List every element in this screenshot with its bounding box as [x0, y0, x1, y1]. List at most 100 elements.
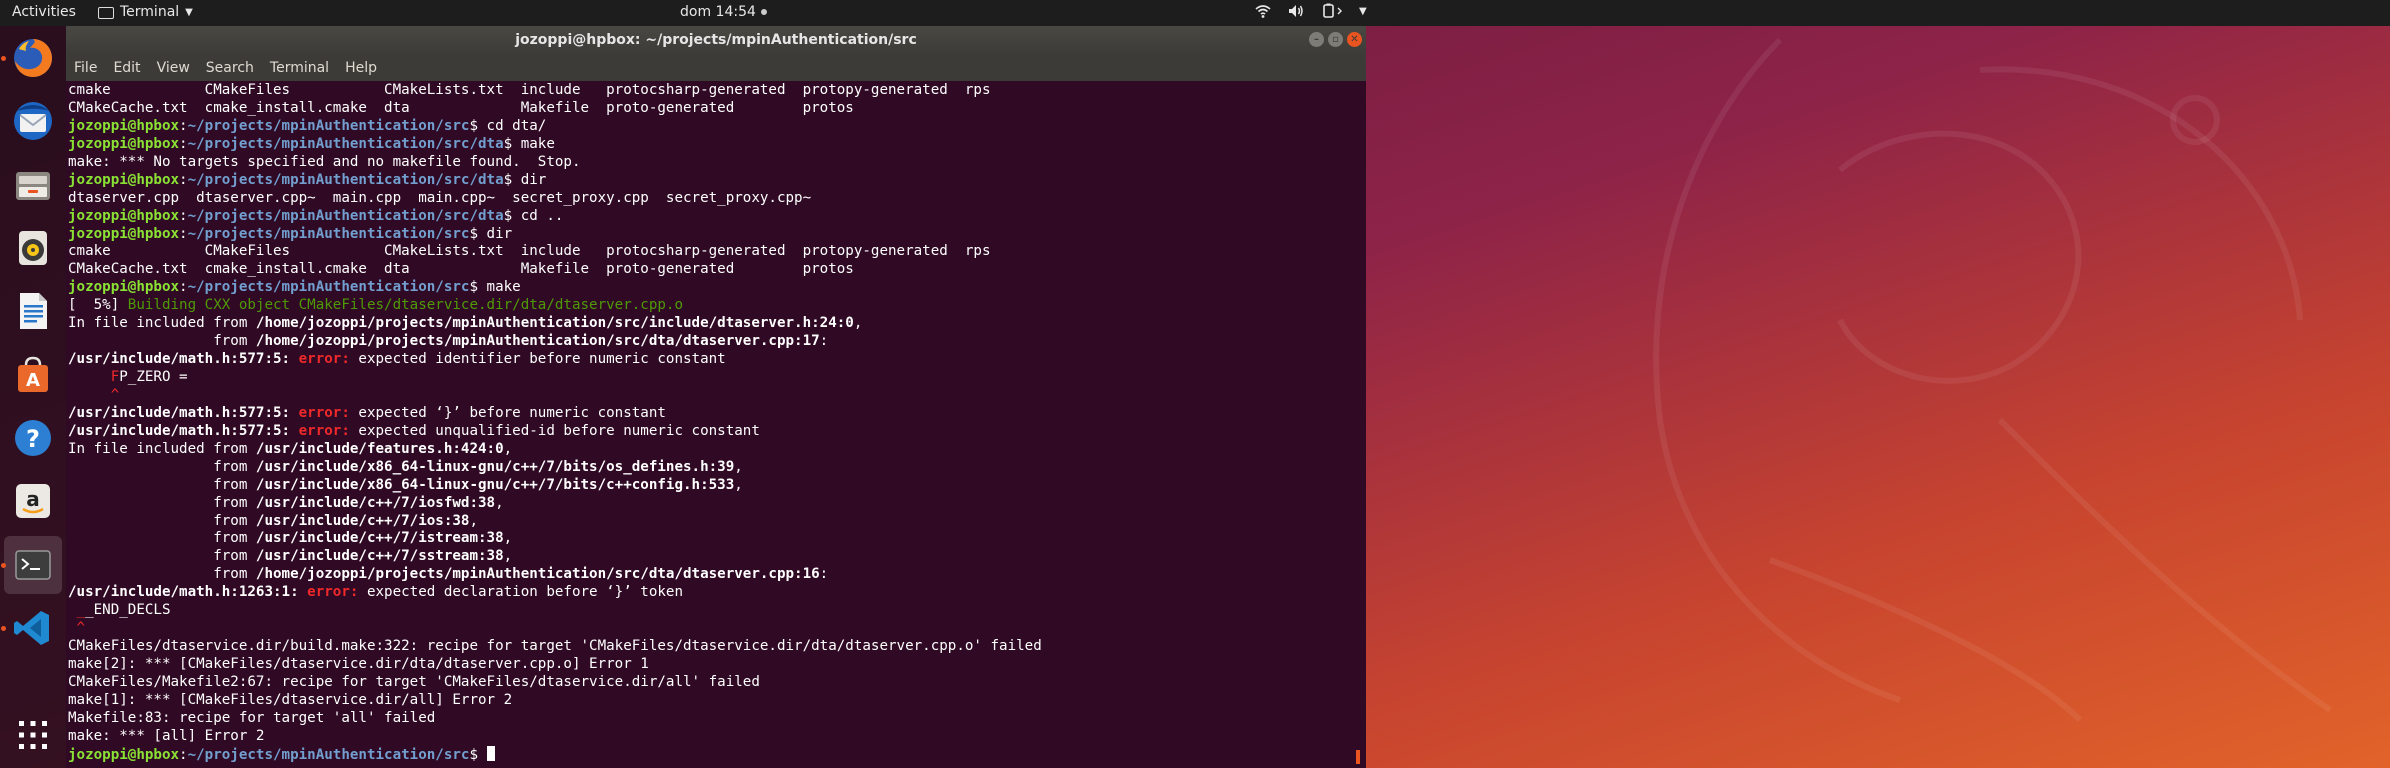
- show-applications-button[interactable]: [4, 706, 62, 764]
- terminal-text-segment: In file included from: [68, 440, 256, 457]
- menu-help[interactable]: Help: [337, 60, 385, 76]
- dock-item-software[interactable]: A: [4, 346, 62, 404]
- terminal-line: ^: [68, 620, 1042, 638]
- close-icon: ✕: [1350, 33, 1359, 45]
- app-menu-button[interactable]: Terminal ▼: [98, 4, 193, 20]
- terminal-text-segment: $: [469, 746, 487, 763]
- terminal-line: /usr/include/math.h:1263:1: error: expec…: [68, 584, 1042, 602]
- terminal-text-segment: /usr/include/x86_64-linux-gnu/c++/7/bits…: [255, 458, 735, 475]
- terminal-text-segment: CMakeCache.txt cmake_install.cmake dta M…: [68, 99, 854, 116]
- terminal-text-segment: CMakeFiles/Makefile2:67: recipe for targ…: [68, 673, 760, 690]
- dock-item-firefox[interactable]: [4, 29, 62, 87]
- terminal-text-segment: Makefile:83: recipe for target 'all' fai…: [68, 709, 436, 726]
- software-icon: A: [18, 356, 48, 392]
- amazon-icon: a: [16, 484, 50, 518]
- terminal-line: [ 5%] Building CXX object CMakeFiles/dta…: [68, 297, 1042, 315]
- maximize-button[interactable]: ▫: [1328, 32, 1343, 47]
- menu-view[interactable]: View: [149, 60, 198, 76]
- running-indicator: [1, 56, 6, 61]
- dock-item-writer[interactable]: [4, 282, 62, 340]
- terminal-line: CMakeCache.txt cmake_install.cmake dta M…: [68, 100, 1042, 118]
- terminal-line: jozoppi@hpbox:~/projects/mpinAuthenticat…: [68, 136, 1042, 154]
- terminal-text-segment: $ cd dta/: [469, 117, 547, 134]
- terminal-output[interactable]: cmake CMakeFiles CMakeLists.txt include …: [68, 82, 1364, 768]
- minimize-button[interactable]: –: [1309, 32, 1324, 47]
- terminal-text-segment: /home/jozoppi/projects/mpinAuthenticatio…: [255, 315, 854, 332]
- maximize-icon: ▫: [1332, 33, 1339, 45]
- terminal-text-segment: /home/jozoppi/projects/mpinAuthenticatio…: [255, 333, 820, 350]
- terminal-text-segment: from: [68, 566, 256, 583]
- terminal-lines: cmake CMakeFiles CMakeLists.txt include …: [68, 82, 1042, 764]
- terminal-line: jozoppi@hpbox:~/projects/mpinAuthenticat…: [68, 279, 1042, 297]
- dock-item-terminal[interactable]: [4, 536, 62, 594]
- window-title: jozoppi@hpbox: ~/projects/mpinAuthentica…: [515, 32, 917, 48]
- terminal-text-segment: error:: [298, 351, 350, 368]
- rhythmbox-icon: [19, 231, 47, 265]
- terminal-text-segment: _: [76, 602, 86, 619]
- terminal-text-segment: :: [179, 171, 188, 188]
- terminal-text-segment: /usr/include/c++/7/istream:38: [255, 530, 504, 547]
- dock-item-help[interactable]: ?: [4, 409, 62, 467]
- menu-edit[interactable]: Edit: [105, 60, 148, 76]
- terminal-text-segment: ^: [76, 620, 86, 637]
- terminal-text-segment: /usr/include/math.h:577:5:: [68, 351, 291, 368]
- dock-item-rhythmbox[interactable]: [4, 219, 62, 277]
- terminal-text-segment: ,: [853, 315, 863, 332]
- menu-search[interactable]: Search: [198, 60, 262, 76]
- clock-button[interactable]: dom 14:54: [680, 4, 767, 20]
- terminal-line: from /home/jozoppi/projects/mpinAuthenti…: [68, 333, 1042, 351]
- terminal-text-segment: /usr/include/math.h:1263:1:: [68, 584, 299, 601]
- menu-terminal[interactable]: Terminal: [262, 60, 337, 76]
- dock-item-files[interactable]: [4, 156, 62, 214]
- terminal-line: from /home/jozoppi/projects/mpinAuthenti…: [68, 566, 1042, 584]
- chevron-down-icon: ▼: [185, 6, 193, 18]
- terminal-text-segment: $ make: [503, 135, 555, 152]
- top-bar: Activities Terminal ▼ dom 14:54 ▼: [0, 0, 2390, 26]
- terminal-text-segment: ~/projects/mpinAuthentication/src/dta: [187, 171, 504, 188]
- running-indicator: [1, 626, 6, 631]
- terminal-text-segment: ~/projects/mpinAuthentication/src: [187, 746, 470, 763]
- app-menu-label: Terminal: [120, 4, 180, 20]
- dock-item-vscode[interactable]: [4, 599, 62, 657]
- apps-grid-icon: [19, 721, 47, 749]
- menu-file[interactable]: File: [66, 60, 105, 76]
- window-titlebar[interactable]: jozoppi@hpbox: ~/projects/mpinAuthentica…: [66, 26, 1366, 55]
- scrollbar-indicator[interactable]: [1356, 750, 1360, 764]
- terminal-text-segment: :: [179, 207, 188, 224]
- terminal-text-segment: :: [179, 117, 188, 134]
- activities-button[interactable]: Activities: [12, 4, 76, 20]
- terminal-line: from /usr/include/x86_64-linux-gnu/c++/7…: [68, 459, 1042, 477]
- dock-item-thunderbird[interactable]: [4, 92, 62, 150]
- terminal-text-segment: error:: [298, 404, 350, 421]
- terminal-line: cmake CMakeFiles CMakeLists.txt include …: [68, 82, 1042, 100]
- svg-text:a: a: [26, 487, 40, 511]
- terminal-text-segment: ,: [495, 494, 504, 511]
- power-icon: [1323, 3, 1342, 18]
- system-status-menu[interactable]: ▼: [1255, 3, 1367, 19]
- terminal-line: from /usr/include/c++/7/iosfwd:38,: [68, 495, 1042, 513]
- terminal-line: __END_DECLS: [68, 602, 1042, 620]
- terminal-text-segment: jozoppi@hpbox: [68, 279, 180, 296]
- terminal-line: from /usr/include/c++/7/ios:38,: [68, 513, 1042, 531]
- terminal-text-segment: make[1]: *** [CMakeFiles/dtaservice.dir/…: [68, 691, 513, 708]
- terminal-text-segment: jozoppi@hpbox: [68, 171, 180, 188]
- terminal-text-segment: /usr/include/c++/7/sstream:38: [255, 548, 504, 565]
- terminal-line: In file included from /home/jozoppi/proj…: [68, 315, 1042, 333]
- svg-text:?: ?: [26, 425, 40, 453]
- terminal-text-segment: jozoppi@hpbox: [68, 207, 180, 224]
- desktop: Activities Terminal ▼ dom 14:54 ▼ A ? a …: [0, 0, 2390, 768]
- terminal-text-segment: ~/projects/mpinAuthentication/src: [187, 225, 470, 242]
- terminal-text-segment: ,: [503, 440, 513, 457]
- dock-item-amazon[interactable]: a: [4, 472, 62, 530]
- terminal-text-segment: expected ‘}’ before numeric constant: [349, 404, 666, 421]
- terminal-line: CMakeFiles/Makefile2:67: recipe for targ…: [68, 674, 1042, 692]
- terminal-text-segment: from: [68, 530, 256, 547]
- close-button[interactable]: ✕: [1347, 32, 1362, 47]
- terminal-text-segment: _END_DECLS: [85, 602, 171, 619]
- terminal-text-segment: Building CXX object CMakeFiles/dtaservic…: [127, 297, 684, 314]
- terminal-line: from /usr/include/c++/7/sstream:38,: [68, 548, 1042, 566]
